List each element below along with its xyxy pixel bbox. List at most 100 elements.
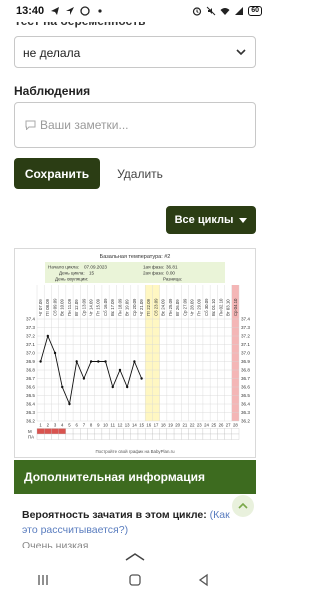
- cycle-start-label: Начало цикла:: [48, 265, 79, 270]
- pa-cell: [72, 433, 81, 440]
- menstruation-cell: [137, 428, 146, 435]
- date-label: Вс 17.09: [110, 298, 115, 316]
- y-tick-label-right: 37.1: [241, 342, 250, 347]
- temperature-point: [39, 360, 42, 363]
- pa-cell: [44, 433, 52, 440]
- y-tick-label-left: 37.2: [26, 334, 35, 339]
- conception-probability-label: Вероятность зачатия в этом цикле:: [22, 509, 207, 521]
- pa-cell: [166, 433, 175, 440]
- day-number-label: 8: [90, 423, 93, 428]
- home-icon[interactable]: [127, 572, 143, 588]
- pa-cell: [87, 433, 95, 440]
- date-label: Вс 10.09: [60, 298, 65, 316]
- phase1-label: 1ая фаза:: [143, 265, 164, 270]
- day-number-label: 26: [219, 423, 224, 428]
- main-content: Тест на беременность не делала Наблюдени…: [0, 0, 270, 548]
- date-label: Вс 01.10: [211, 298, 216, 316]
- pa-cell: [123, 433, 131, 440]
- all-cycles-button[interactable]: Все циклы: [166, 206, 256, 234]
- pa-cell: [80, 433, 88, 440]
- menstruation-cell: [44, 428, 52, 435]
- menstruation-cell: [123, 428, 131, 435]
- mute-icon: [206, 6, 216, 16]
- dot-icon: [98, 9, 102, 13]
- date-label: Вс 24.09: [161, 298, 166, 316]
- pa-cell: [36, 433, 45, 440]
- chevron-up-handle-icon[interactable]: [123, 552, 147, 562]
- back-icon[interactable]: [196, 572, 212, 588]
- cycle-day-value: 15: [89, 271, 95, 276]
- additional-info-header[interactable]: Дополнительная информация: [14, 460, 256, 494]
- delete-button[interactable]: Удалить: [110, 158, 170, 189]
- pa-cell: [181, 433, 189, 440]
- menstruation-cell: [65, 428, 74, 435]
- observations-input[interactable]: Ваши заметки...: [14, 102, 256, 148]
- telegram-icon: [51, 7, 60, 15]
- pa-cell: [130, 433, 139, 440]
- pa-cell: [65, 433, 74, 440]
- menstruation-cell: [188, 428, 196, 435]
- day-number-label: 23: [197, 423, 202, 428]
- day-number-label: 9: [97, 423, 100, 428]
- temperature-point: [125, 385, 129, 389]
- y-tick-label-left: 36.9: [26, 359, 35, 364]
- recent-apps-icon[interactable]: [36, 572, 52, 588]
- day-number-label: 27: [226, 423, 231, 428]
- y-tick-label-right: 36.7: [241, 376, 250, 381]
- alarm-icon: [193, 7, 202, 16]
- menstruation-cell: [202, 428, 211, 435]
- menstruation-cell: [173, 428, 182, 435]
- chart-footer: Постройте свой график на BabyPlan.ru: [95, 449, 175, 454]
- day-number-label: 3: [54, 423, 57, 428]
- cycle-day-label: День цикла:: [59, 271, 85, 276]
- pa-cell: [173, 433, 182, 440]
- menstruation-cell: [217, 428, 225, 435]
- notification-icons: [50, 6, 105, 16]
- pregnancy-test-select[interactable]: не делала: [14, 36, 256, 68]
- conception-probability-value: Очень низкая: [22, 540, 89, 548]
- menstruation-row-label: М: [28, 429, 32, 434]
- wifi-icon: [220, 8, 230, 15]
- pa-cell: [159, 433, 168, 440]
- temperature-point: [111, 385, 114, 389]
- date-label: Пт 29.09: [197, 298, 202, 316]
- pa-cell: [209, 433, 218, 440]
- temperature-point: [68, 402, 71, 406]
- pa-cell: [145, 433, 153, 440]
- save-button[interactable]: Сохранить: [14, 158, 100, 189]
- y-tick-label-left: 36.4: [26, 402, 35, 407]
- menstruation-cell: [36, 428, 45, 435]
- day-number-label: 4: [61, 423, 64, 428]
- y-tick-label-left: 37.0: [26, 351, 35, 356]
- difference-label: Разница:: [163, 277, 182, 282]
- menstruation-cell: [231, 428, 240, 435]
- y-tick-label-left: 36.6: [26, 385, 35, 390]
- menstruation-cell: [58, 428, 67, 435]
- day-number-label: 28: [233, 423, 238, 428]
- system-navigation-bar: [0, 548, 270, 600]
- day-number-label: 24: [204, 423, 209, 428]
- phase2-value: 0.00: [166, 271, 175, 276]
- day-number-label: 16: [146, 423, 151, 428]
- temperature-point: [118, 368, 122, 372]
- pa-cell: [195, 433, 204, 440]
- menstruation-cell: [224, 428, 232, 435]
- pa-cell: [94, 433, 103, 440]
- pa-cell: [108, 433, 117, 440]
- system-icons: 60: [192, 6, 262, 16]
- pa-row-label: ПА: [28, 434, 34, 439]
- y-tick-label-left: 36.2: [26, 419, 35, 424]
- whatsapp-icon: [80, 6, 90, 16]
- y-tick-label-left: 37.3: [26, 325, 35, 330]
- date-label: Ср 04.10: [233, 298, 238, 316]
- y-tick-label-left: 37.4: [26, 317, 35, 322]
- phase1-value: 36.81: [166, 265, 178, 270]
- y-tick-label-right: 37.4: [241, 317, 250, 322]
- day-number-label: 18: [161, 423, 166, 428]
- pa-cell: [202, 433, 211, 440]
- day-number-label: 12: [118, 423, 123, 428]
- menstruation-cell: [159, 428, 168, 435]
- y-tick-label-left: 37.1: [26, 342, 35, 347]
- date-label: Чт 28.09: [190, 299, 195, 316]
- date-label: Чт 14.09: [89, 299, 94, 316]
